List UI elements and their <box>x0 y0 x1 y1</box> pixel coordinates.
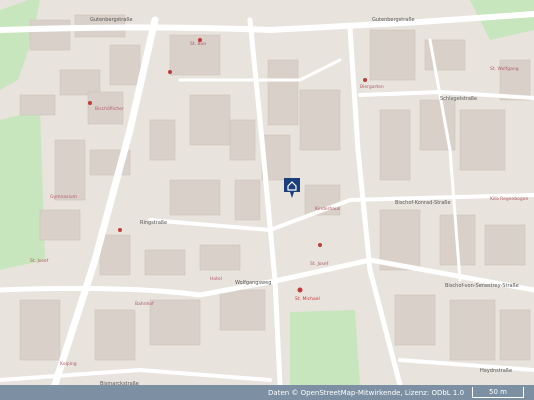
street-label: Wolfgangsweg <box>235 280 271 286</box>
street-label: Schlegelstraße <box>440 96 477 102</box>
poi-label: St. Michael <box>295 296 320 302</box>
map-svg: Gutenbergstraße Gutenbergstraße Bischof-… <box>0 0 534 400</box>
poi-label: Hotel <box>210 276 222 282</box>
map-canvas[interactable]: Gutenbergstraße Gutenbergstraße Bischof-… <box>0 0 534 400</box>
poi-label: Kita Regenbogen <box>490 196 529 202</box>
poi-label: Kinderhaus <box>315 206 341 212</box>
poi-label: Biergarten <box>360 84 384 90</box>
poi-label: Bahnhof <box>135 301 154 307</box>
poi-label: Kolping <box>60 361 77 367</box>
home-marker[interactable] <box>284 178 300 198</box>
poi-label: St. Josef <box>310 261 329 267</box>
street-label: Gutenbergstraße <box>90 17 133 23</box>
poi-label: Bischöflicher <box>95 106 124 112</box>
attribution-text: Daten © OpenStreetMap-Mitwirkende, Lizen… <box>268 388 465 397</box>
scale-bar: 50 m <box>472 387 524 398</box>
street-label: Bischof-Konrad-Straße <box>395 200 451 206</box>
poi-label: St. Wolfgang <box>490 66 519 72</box>
street-label: Haydnstraße <box>480 368 512 374</box>
home-icon <box>284 178 300 198</box>
street-label: Ringstraße <box>140 220 167 226</box>
poi-label: St. Josef <box>30 258 49 264</box>
park-area <box>0 110 45 270</box>
attribution-bar: Daten © OpenStreetMap-Mitwirkende, Lizen… <box>0 385 534 400</box>
street-label: Gutenbergstraße <box>372 17 415 23</box>
street-label: Bischof-von-Senestrey-Straße <box>445 283 519 289</box>
park-area <box>290 310 360 385</box>
poi-label: St. Bon <box>190 41 206 47</box>
poi-label: Gymnasium <box>50 194 77 200</box>
